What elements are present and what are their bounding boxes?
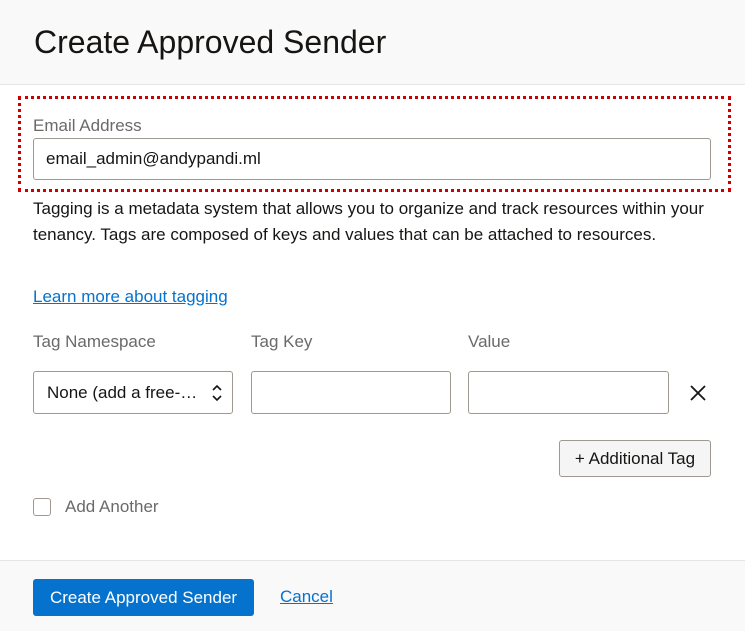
tag-key-input[interactable] <box>251 371 451 414</box>
tag-value-input[interactable] <box>468 371 669 414</box>
learn-more-tagging-link[interactable]: Learn more about tagging <box>33 287 228 307</box>
dialog-footer: Create Approved Sender Cancel <box>0 560 745 631</box>
email-address-label: Email Address <box>33 116 142 135</box>
tagging-description: Tagging is a metadata system that allows… <box>33 199 704 244</box>
tag-namespace-header: Tag Namespace <box>33 332 156 351</box>
cancel-link[interactable]: Cancel <box>280 587 333 607</box>
create-approved-sender-button[interactable]: Create Approved Sender <box>33 579 254 616</box>
email-address-input[interactable] <box>33 138 711 180</box>
chevron-up-down-icon <box>212 384 222 402</box>
add-another-label: Add Another <box>65 497 159 516</box>
additional-tag-button[interactable]: + Additional Tag <box>559 440 711 477</box>
add-another-option[interactable]: Add Another <box>33 497 159 517</box>
close-icon[interactable] <box>686 381 710 405</box>
page-title: Create Approved Sender <box>34 24 387 60</box>
tag-namespace-select[interactable]: None (add a free-form tag) <box>33 371 233 414</box>
tag-namespace-selected-value: None (add a free-form tag) <box>47 382 199 402</box>
add-another-checkbox[interactable] <box>33 498 51 516</box>
tag-key-header: Tag Key <box>251 332 313 351</box>
dialog-header: Create Approved Sender <box>0 0 745 85</box>
tag-value-header: Value <box>468 332 511 351</box>
